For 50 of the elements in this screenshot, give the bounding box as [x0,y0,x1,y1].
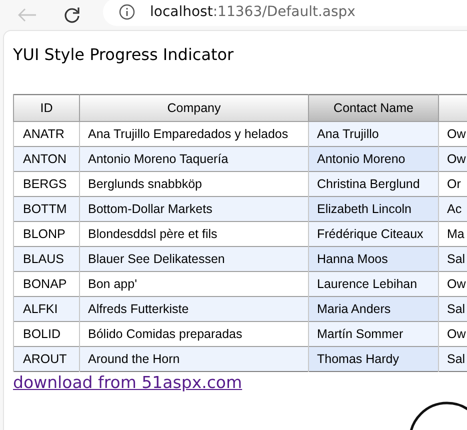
column-header[interactable]: ID [14,94,80,122]
column-header[interactable]: Contact Name [308,94,438,122]
table-cell: Hanna Moos [308,246,438,272]
address-bar[interactable]: localhost:11363/Default.aspx [103,0,467,26]
table-cell: Bólido Comidas preparadas [80,322,308,346]
table-cell: Ow [438,322,467,346]
table-cell: Sal [438,296,467,322]
info-icon[interactable] [119,4,135,20]
table-cell: ALFKI [14,296,80,322]
page-title: YUI Style Progress Indicator [13,45,235,64]
table-cell: BOTTM [14,196,80,222]
table-cell: BERGS [14,172,80,196]
table-cell: Antonio Moreno [308,146,438,172]
table-cell: AROUT [14,346,80,372]
table-cell: Bon app' [80,272,308,296]
table-cell: Ac [438,196,467,222]
table-cell: Ana Trujillo Emparedados y helados [80,122,308,146]
table-cell: Sal [438,346,467,372]
table-cell: Alfreds Futterkiste [80,296,308,322]
table-cell: Bottom-Dollar Markets [80,196,308,222]
table-cell: Thomas Hardy [308,346,438,372]
table-cell: Christina Berglund [308,172,438,196]
table-cell: Elizabeth Lincoln [308,196,438,222]
table-cell: BLONP [14,222,80,246]
table-cell: Frédérique Citeaux [308,222,438,246]
url-path: :11363/Default.aspx [212,4,356,20]
table-cell: Martín Sommer [308,322,438,346]
table-cell: Ow [438,146,467,172]
table-cell: Blondesddsl père et fils [80,222,308,246]
reload-icon[interactable] [63,6,81,24]
table-cell: Berglunds snabbköp [80,172,308,196]
table-cell: Around the Horn [80,346,308,372]
table-cell: Sal [438,246,467,272]
download-link[interactable]: download from 51aspx.com [13,373,242,392]
table-cell: Antonio Moreno Taquería [80,146,308,172]
table-cell: Or [438,172,467,196]
table-cell: BONAP [14,272,80,296]
table-cell: Ow [438,272,467,296]
table-cell: BOLID [14,322,80,346]
table-cell: Ana Trujillo [308,122,438,146]
table-cell: Blauer See Delikatessen [80,246,308,272]
table-cell: Ma [438,222,467,246]
table-cell: ANTON [14,146,80,172]
url-host: localhost [150,4,213,20]
column-header[interactable]: Company [80,94,308,122]
table-cell: Laurence Lebihan [308,272,438,296]
table-cell: Ow [438,122,467,146]
table-cell: ANATR [14,122,80,146]
table-cell: BLAUS [14,246,80,272]
table-cell: Maria Anders [308,296,438,322]
